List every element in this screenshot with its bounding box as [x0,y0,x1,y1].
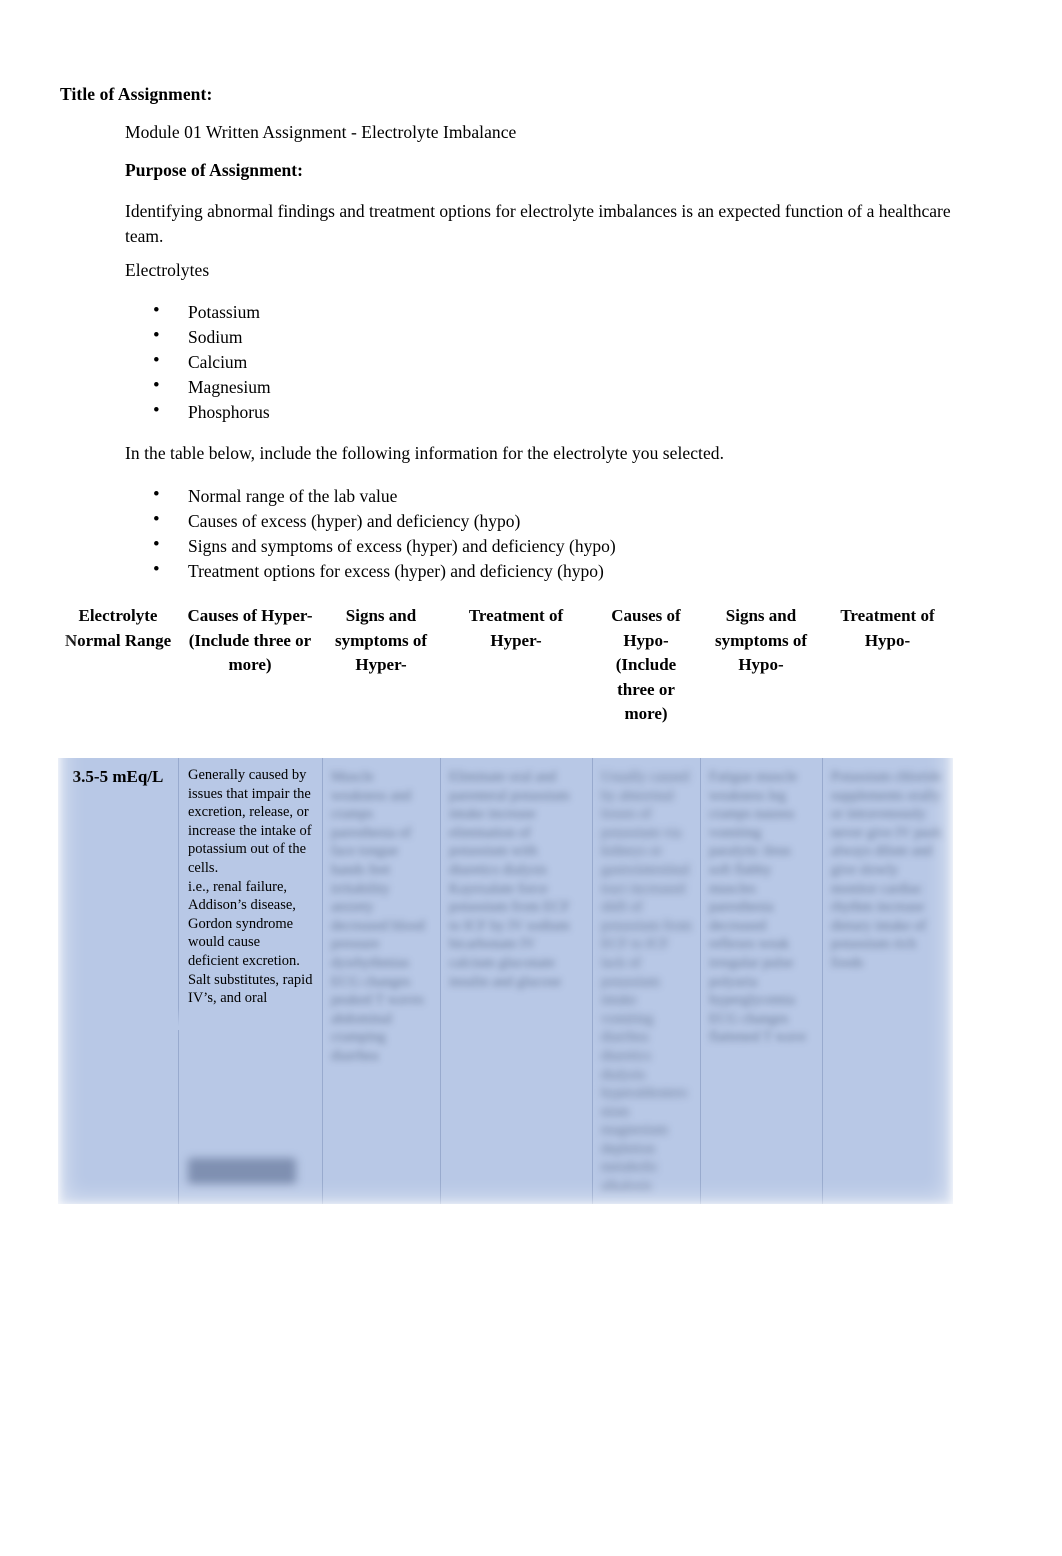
instruction-list: • Normal range of the lab value • Causes… [125,484,925,584]
redacted-text-treatment-hyper: Eliminate oral and parenteral potassium … [449,769,570,990]
table-header-signs-symptoms-hyper: Signs and symptoms of Hyper- [322,592,440,758]
list-item-label: Signs and symptoms of excess (hyper) and… [188,536,616,556]
bullet-icon: • [153,509,160,530]
table-cell-signs-symptoms-hypo: Fatigue muscle weakness leg cramps nause… [700,758,822,1204]
redacted-text-causes-hypo: Usually caused by abnormal losses of pot… [601,769,692,1195]
document-page: Title of Assignment: Module 01 Written A… [0,0,1062,1556]
bullet-icon: • [153,400,160,421]
list-item: • Potassium [125,300,925,325]
table-header-causes-of-hypo: Causes of Hypo- (Include three or more) [592,592,700,758]
table-header-electrolyte-normal-range: Electrolyte Normal Range [58,592,178,758]
electrolytes-heading: Electrolytes [125,260,210,280]
bullet-icon: • [153,350,160,371]
list-item-label: Causes of excess (hyper) and deficiency … [188,511,521,531]
purpose-paragraph: Identifying abnormal findings and treatm… [125,201,951,246]
table-cell-signs-symptoms-hyper: Muscle weakness and cramps paresthesia o… [322,758,440,1204]
list-item: • Signs and symptoms of excess (hyper) a… [125,534,925,559]
bullet-icon: • [153,300,160,321]
bullet-icon: • [153,375,160,396]
table-row: 3.5-5 mEq/L [58,758,178,1204]
list-item-label: Potassium [188,302,260,322]
list-item: • Calcium [125,350,925,375]
list-item-label: Sodium [188,327,243,347]
electrolyte-table: Electrolyte Normal Range Causes of Hyper… [58,592,953,1204]
list-item-label: Treatment options for excess (hyper) and… [188,561,604,581]
redacted-text-treatment-hypo: Potassium chloride supplements orally or… [831,769,942,971]
assignment-name: Module 01 Written Assignment - Electroly… [125,122,517,142]
instruction-paragraph: In the table below, include the followin… [125,443,724,463]
table-grid: Electrolyte Normal Range Causes of Hyper… [58,592,953,1204]
list-item: • Magnesium [125,375,925,400]
list-item-label: Normal range of the lab value [188,486,398,506]
list-item: • Normal range of the lab value [125,484,925,509]
list-item: • Phosphorus [125,400,925,425]
list-item-label: Calcium [188,352,248,372]
list-item: • Sodium [125,325,925,350]
list-item-label: Phosphorus [188,402,270,422]
electrolytes-list: • Potassium • Sodium • Calcium • Magnesi… [125,300,925,425]
purpose-heading: Purpose of Assignment: [125,160,304,180]
bullet-icon: • [153,559,160,580]
cell-causes-of-hyper-text: Generally caused by issues that impair t… [188,767,313,1007]
bullet-icon: • [153,484,160,505]
table-cell-treatment-of-hyper: Eliminate oral and parenteral potassium … [440,758,592,1204]
table-header-treatment-of-hyper: Treatment of Hyper- [440,592,592,758]
page-title: Title of Assignment: [60,84,213,104]
table-cell-treatment-of-hypo: Potassium chloride supplements orally or… [822,758,953,1204]
list-item: • Treatment options for excess (hyper) a… [125,559,925,584]
list-item: • Causes of excess (hyper) and deficienc… [125,509,925,534]
table-cell-causes-of-hypo: Usually caused by abnormal losses of pot… [592,758,700,1204]
table-cell-causes-of-hyper: Generally caused by issues that impair t… [178,758,322,1204]
bullet-icon: • [153,325,160,346]
bullet-icon: • [153,534,160,555]
redacted-text-signs-symptoms-hypo: Fatigue muscle weakness leg cramps nause… [709,769,806,1046]
cell-normal-range: 3.5-5 mEq/L [72,767,164,786]
redacted-smudge [188,1158,296,1184]
list-item-label: Magnesium [188,377,271,397]
redacted-text-signs-symptoms-hyper: Muscle weakness and cramps paresthesia o… [331,769,425,1064]
table-header-causes-of-hyper: Causes of Hyper- (Include three or more) [178,592,322,758]
table-header-signs-symptoms-hypo: Signs and symptoms of Hypo- [700,592,822,758]
table-header-treatment-of-hypo: Treatment of Hypo- [822,592,953,758]
